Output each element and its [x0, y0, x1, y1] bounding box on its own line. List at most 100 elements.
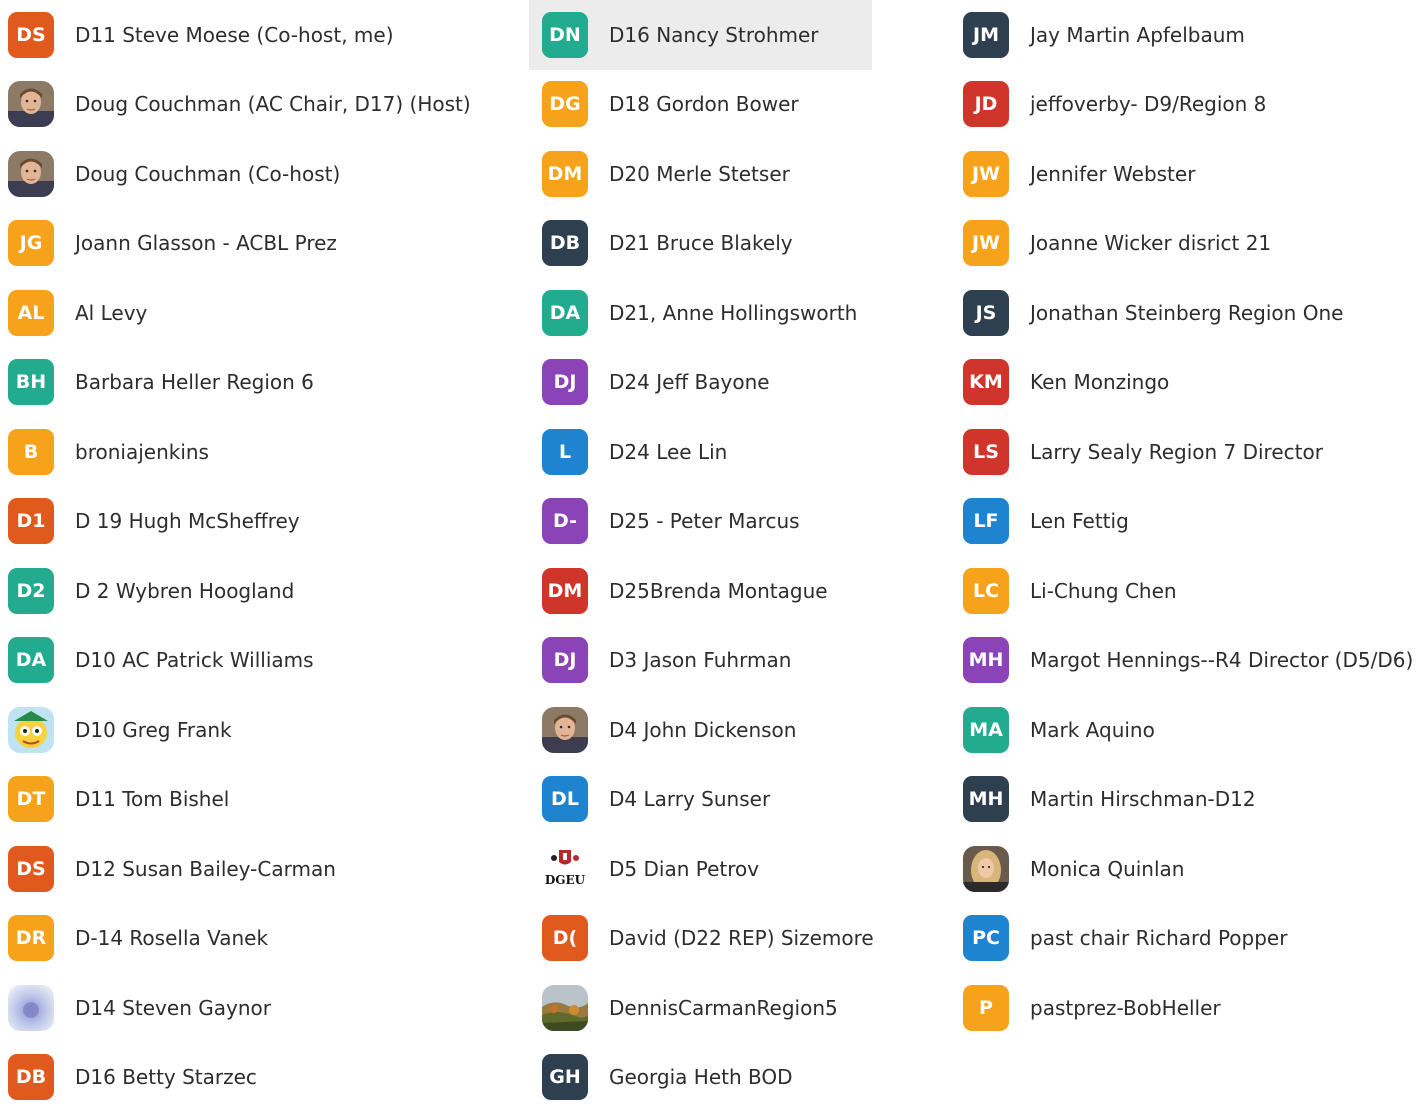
initials-avatar: DS [8, 846, 54, 892]
participant-name: D21 Bruce Blakely [609, 231, 793, 255]
participant-name: Len Fettig [1030, 509, 1129, 533]
participants-column-3: JM Jay Martin Apfelbaum JDjeffoverby- D9/R… [950, 0, 1422, 1043]
participant-row[interactable]: JSJonathan Steinberg Region One [950, 278, 1422, 348]
participant-row[interactable]: DLD4 Larry Sunser [529, 765, 872, 835]
participants-column-1: DS D11 Steve Moese (Co-host, me) Doug Couc… [0, 0, 520, 1112]
initials-avatar: MA [963, 707, 1009, 753]
participant-row[interactable]: Doug Couchman (AC Chair, D17) (Host) [0, 70, 520, 140]
participant-name: Jay Martin Apfelbaum [1030, 23, 1245, 47]
participant-row[interactable]: MHMartin Hirschman-D12 [950, 765, 1422, 835]
initials-avatar: DM [542, 151, 588, 197]
participant-name: Barbara Heller Region 6 [75, 370, 314, 394]
participant-row[interactable]: D-D25 - Peter Marcus [529, 487, 872, 557]
participant-row[interactable]: DMD20 Merle Stetser [529, 139, 872, 209]
participant-row[interactable]: DM D25Brenda Montague [529, 556, 872, 626]
initials-avatar: JW [963, 220, 1009, 266]
participant-name: D11 Steve Moese (Co-host, me) [75, 23, 394, 47]
initials-avatar: D( [542, 915, 588, 961]
participant-row[interactable]: PCpast chair Richard Popper [950, 904, 1422, 974]
participant-row[interactable]: BH Barbara Heller Region 6 [0, 348, 520, 418]
participant-name: Margot Hennings--R4 Director (D5/D6) [1030, 648, 1413, 672]
participant-name: D24 Lee Lin [609, 440, 727, 464]
participants-column-2: DND16 Nancy Strohmer DG D18 Gordon Bower DM… [529, 0, 872, 1112]
participant-row[interactable]: JWJennifer Webster [950, 139, 1422, 209]
participant-row[interactable]: Doug Couchman (Co-host) [0, 139, 520, 209]
participant-row[interactable]: DJD3 Jason Fuhrman [529, 626, 872, 696]
participant-row[interactable]: D(David (D22 REP) Sizemore [529, 904, 872, 974]
initials-avatar: GH [542, 1054, 588, 1100]
participant-name: Georgia Heth BOD [609, 1065, 793, 1089]
participant-name: D18 Gordon Bower [609, 92, 799, 116]
initials-avatar: DT [8, 776, 54, 822]
photo-avatar [8, 707, 54, 753]
participant-row[interactable]: JGJoann Glasson - ACBL Prez [0, 209, 520, 279]
initials-avatar: JM [963, 12, 1009, 58]
participant-row[interactable]: GH Georgia Heth BOD [529, 1043, 872, 1112]
initials-avatar: DB [542, 220, 588, 266]
participant-name: broniajenkins [75, 440, 209, 464]
photo-avatar [542, 985, 588, 1031]
participant-row[interactable]: ALAl Levy [0, 278, 520, 348]
participant-row[interactable]: DennisCarmanRegion5 [529, 973, 872, 1043]
initials-avatar: DS [8, 12, 54, 58]
participant-row[interactable]: DG D18 Gordon Bower [529, 70, 872, 140]
initials-avatar: DG [542, 81, 588, 127]
participant-row[interactable]: DAD21, Anne Hollingsworth [529, 278, 872, 348]
participant-name: D25Brenda Montague [609, 579, 828, 603]
participant-name: Martin Hirschman-D12 [1030, 787, 1256, 811]
initials-avatar: PC [963, 915, 1009, 961]
photo-avatar [963, 846, 1009, 892]
initials-avatar: AL [8, 290, 54, 336]
participant-name: Li-Chung Chen [1030, 579, 1177, 603]
participant-name: jeffoverby- D9/Region 8 [1030, 92, 1266, 116]
participant-row[interactable]: DRD-14 Rosella Vanek [0, 904, 520, 974]
participant-name: Joanne Wicker disrict 21 [1030, 231, 1271, 255]
participant-row[interactable]: DBD16 Betty Starzec [0, 1043, 520, 1112]
participant-row[interactable]: MAMark Aquino [950, 695, 1422, 765]
initials-avatar: P [963, 985, 1009, 1031]
participant-row[interactable]: DND16 Nancy Strohmer [529, 0, 872, 70]
participant-row[interactable]: DS D11 Steve Moese (Co-host, me) [0, 0, 520, 70]
participant-row[interactable]: LF Len Fettig [950, 487, 1422, 557]
initials-avatar: DM [542, 568, 588, 614]
participant-row[interactable]: DGEUD5 Dian Petrov [529, 834, 872, 904]
participant-name: Doug Couchman (AC Chair, D17) (Host) [75, 92, 471, 116]
participant-row[interactable]: DTD11 Tom Bishel [0, 765, 520, 835]
participant-name: D3 Jason Fuhrman [609, 648, 791, 672]
participant-row[interactable]: Ppastprez-BobHeller [950, 973, 1422, 1043]
participant-row[interactable]: JW Joanne Wicker disrict 21 [950, 209, 1422, 279]
participant-row[interactable]: D14 Steven Gaynor [0, 973, 520, 1043]
initials-avatar: DN [542, 12, 588, 58]
initials-avatar: LF [963, 498, 1009, 544]
participant-row[interactable]: D2D 2 Wybren Hoogland [0, 556, 520, 626]
photo-avatar [8, 151, 54, 197]
participant-row[interactable]: Bbroniajenkins [0, 417, 520, 487]
participant-row[interactable]: KMKen Monzingo [950, 348, 1422, 418]
initials-avatar: L [542, 429, 588, 475]
participant-name: D10 Greg Frank [75, 718, 232, 742]
initials-avatar: BH [8, 359, 54, 405]
participant-name: D16 Betty Starzec [75, 1065, 257, 1089]
participant-name: Joann Glasson - ACBL Prez [75, 231, 337, 255]
participant-row[interactable]: LSLarry Sealy Region 7 Director [950, 417, 1422, 487]
participant-row[interactable]: JM Jay Martin Apfelbaum [950, 0, 1422, 70]
participant-name: D12 Susan Bailey-Carman [75, 857, 336, 881]
participant-row[interactable]: LCLi-Chung Chen [950, 556, 1422, 626]
participant-row[interactable]: D4 John Dickenson [529, 695, 872, 765]
participant-row[interactable]: D10 Greg Frank [0, 695, 520, 765]
participant-row[interactable]: DJD24 Jeff Bayone [529, 348, 872, 418]
initials-avatar: KM [963, 359, 1009, 405]
participant-row[interactable]: D1D 19 Hugh McSheffrey [0, 487, 520, 557]
participant-row[interactable]: DS D12 Susan Bailey-Carman [0, 834, 520, 904]
initials-avatar: JW [963, 151, 1009, 197]
participant-name: Monica Quinlan [1030, 857, 1184, 881]
participant-row[interactable]: MHMargot Hennings--R4 Director (D5/D6) [950, 626, 1422, 696]
participant-row[interactable]: Monica Quinlan [950, 834, 1422, 904]
participant-name: D 19 Hugh McSheffrey [75, 509, 300, 533]
participant-row[interactable]: DB D21 Bruce Blakely [529, 209, 872, 279]
participant-row[interactable]: L D24 Lee Lin [529, 417, 872, 487]
participant-row[interactable]: DAD10 AC Patrick Williams [0, 626, 520, 696]
participant-name: D5 Dian Petrov [609, 857, 759, 881]
initials-avatar: JS [963, 290, 1009, 336]
participant-row[interactable]: JDjeffoverby- D9/Region 8 [950, 70, 1422, 140]
